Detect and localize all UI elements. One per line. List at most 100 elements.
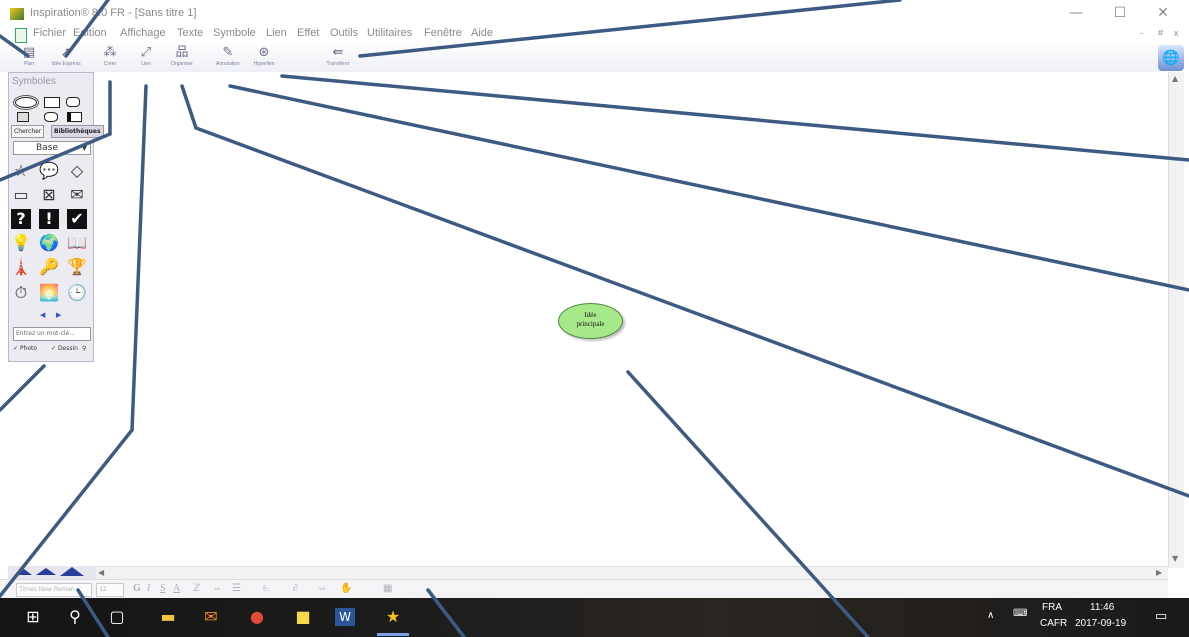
italic-button[interactable]: I — [147, 583, 150, 594]
doc-restore-button[interactable]: # — [1158, 28, 1163, 38]
maximize-button[interactable]: ☐ — [1102, 2, 1138, 24]
rounded-shape-button[interactable] — [66, 97, 80, 107]
text-style-icon[interactable]: ℤ — [193, 583, 200, 594]
scroll-left-arrow[interactable]: ◀ — [98, 568, 104, 577]
tab-search[interactable]: Chercher — [11, 125, 45, 138]
outlook-icon[interactable]: ✉ — [198, 606, 224, 628]
menu-effet[interactable]: Effet — [297, 27, 319, 39]
task-view-icon[interactable]: ▢ — [104, 606, 130, 628]
font-size-select[interactable]: 12 — [96, 583, 124, 597]
align-icon[interactable]: ⇔ — [212, 583, 222, 594]
search-icon[interactable]: ⚲ — [62, 606, 88, 628]
menu-utilitaires[interactable]: Utilitaires — [367, 27, 412, 39]
sunset-icon[interactable]: 🌅 — [39, 283, 59, 303]
menu-fenetre[interactable]: Fenêtre — [424, 27, 462, 39]
stopwatch-icon[interactable]: ⏱ — [11, 283, 31, 303]
rectangle-shape-button[interactable] — [44, 97, 60, 108]
search-icon[interactable]: ⚲ — [82, 345, 86, 352]
exclamation-icon[interactable]: ! — [39, 209, 59, 229]
hyperlink-button[interactable]: ⊛ Hyperlien — [246, 44, 282, 72]
horizontal-scrollbar[interactable]: ◀ ▶ — [96, 566, 1168, 580]
picture-shape-button[interactable] — [17, 112, 29, 122]
earth-icon[interactable]: 🌍 — [39, 233, 59, 253]
lighthouse-icon[interactable]: 🗼 — [11, 257, 31, 277]
menu-edition[interactable]: Edition — [73, 27, 107, 39]
transfer-button[interactable]: ⇚ Transférer — [318, 44, 358, 72]
word-icon[interactable]: W — [335, 608, 355, 626]
menu-aide[interactable]: Aide — [471, 27, 493, 39]
notifications-icon[interactable]: ▭ — [1155, 608, 1167, 624]
effects-icon[interactable]: ∂ — [293, 583, 298, 594]
doc-minimize-button[interactable]: - — [1140, 28, 1143, 38]
text-color-button[interactable]: A — [173, 583, 180, 594]
clock-date[interactable]: 2017-09-19 — [1075, 618, 1126, 629]
main-idea-node[interactable]: Idée principale — [558, 303, 623, 339]
palette-prev-arrow[interactable]: ◀ — [40, 311, 45, 319]
sticky-notes-icon[interactable]: ■ — [290, 606, 316, 628]
vertical-scrollbar[interactable]: ▲ ▼ — [1168, 72, 1184, 568]
hexagon-shape-button[interactable] — [44, 112, 58, 122]
book-icon[interactable]: 📖 — [67, 233, 87, 253]
palette-next-arrow[interactable]: ▶ — [56, 311, 61, 319]
clock-time[interactable]: 11:46 — [1090, 602, 1114, 613]
menu-outils[interactable]: Outils — [330, 27, 358, 39]
diamond-shape-icon[interactable]: ◇ — [67, 161, 87, 181]
speech-bubble-icon[interactable]: 💬 — [39, 161, 59, 181]
drawing-checkbox[interactable]: ✓ Dessin — [51, 345, 78, 352]
list-icon[interactable]: ☰ — [232, 583, 241, 594]
library-select[interactable]: Base ▼ — [13, 141, 91, 155]
zoom-in-icon[interactable] — [60, 567, 84, 576]
font-select[interactable]: Times New Roman — [16, 583, 92, 597]
start-button-icon[interactable]: ⊞ — [20, 606, 46, 628]
menu-texte[interactable]: Texte — [177, 27, 203, 39]
keyword-search-input[interactable]: Entrez un mot-clé... — [13, 327, 91, 341]
menu-symbole[interactable]: Symbole — [213, 27, 256, 39]
inspiration-app-icon[interactable]: ★ — [380, 606, 406, 628]
keyboard-icon[interactable]: ⌨ — [1013, 608, 1027, 619]
menu-fichier[interactable]: Fichier — [33, 27, 66, 39]
spacing-icon[interactable]: ⎁ — [262, 583, 270, 594]
rapidfire-button[interactable]: ➚ Idée Express — [46, 44, 86, 72]
oval-shape-button[interactable] — [13, 95, 39, 110]
key-icon[interactable]: 🔑 — [39, 257, 59, 277]
checkmark-icon[interactable]: ✔ — [67, 209, 87, 229]
file-explorer-icon[interactable]: ▬ — [155, 606, 181, 628]
scroll-right-arrow[interactable]: ▶ — [1156, 568, 1162, 577]
outline-view-button[interactable]: ▤ Plan — [14, 44, 44, 72]
trophy-icon[interactable]: 🏆 — [67, 257, 87, 277]
envelope-icon[interactable]: ✉ — [67, 185, 87, 205]
create-button[interactable]: ⁂ Créer — [94, 44, 126, 72]
crossed-box-icon[interactable]: ⊠ — [39, 185, 59, 205]
photo-checkbox[interactable]: ✓ Photo — [13, 345, 37, 352]
chrome-icon[interactable]: ● — [244, 606, 270, 628]
menu-lien[interactable]: Lien — [266, 27, 287, 39]
note-button[interactable]: ✎ Annotation — [210, 44, 246, 72]
keyboard-layout-indicator[interactable]: CAFR — [1040, 618, 1067, 629]
tray-chevron-icon[interactable]: ∧ — [987, 610, 994, 621]
underline-button[interactable]: S — [160, 583, 166, 594]
scroll-up-arrow[interactable]: ▲ — [1172, 74, 1178, 83]
star-shape-icon[interactable]: ☆ — [11, 161, 31, 181]
doc-close-button[interactable]: x — [1174, 28, 1179, 38]
rectangle-shape-icon[interactable]: ▭ — [11, 185, 31, 205]
arrange-button[interactable]: 品 Organiser — [164, 44, 200, 72]
menu-affichage[interactable]: Affichage — [120, 27, 166, 39]
language-indicator[interactable]: FRA — [1042, 602, 1062, 613]
zoom-out-icon[interactable] — [16, 569, 32, 575]
clock-icon[interactable]: 🕒 — [67, 283, 87, 303]
hand-icon[interactable]: ✋ — [340, 583, 352, 594]
windows-taskbar: ⊞ ⚲ ▢ ▬ ✉ ● ■ W ★ ∧ ⌨ FRA CAFR 11:46 201… — [0, 598, 1189, 637]
question-mark-icon[interactable]: ? — [11, 209, 31, 229]
tab-libraries[interactable]: Bibliothèques — [51, 125, 104, 138]
minimize-button[interactable]: — — [1058, 2, 1094, 24]
filled-rect-shape-button[interactable] — [67, 112, 82, 122]
grid-icon[interactable]: ▦ — [383, 583, 392, 594]
link-button[interactable]: ⤢ Lien — [132, 44, 160, 72]
bold-button[interactable]: G — [133, 583, 141, 594]
arrows-icon[interactable]: ⇔ — [317, 583, 327, 594]
globe-icon[interactable]: 🌐 — [1158, 45, 1184, 71]
scroll-down-arrow[interactable]: ▼ — [1172, 554, 1178, 563]
close-button[interactable]: ✕ — [1145, 2, 1181, 24]
zoom-fit-icon[interactable] — [36, 568, 56, 575]
lightbulb-icon[interactable]: 💡 — [11, 233, 31, 253]
